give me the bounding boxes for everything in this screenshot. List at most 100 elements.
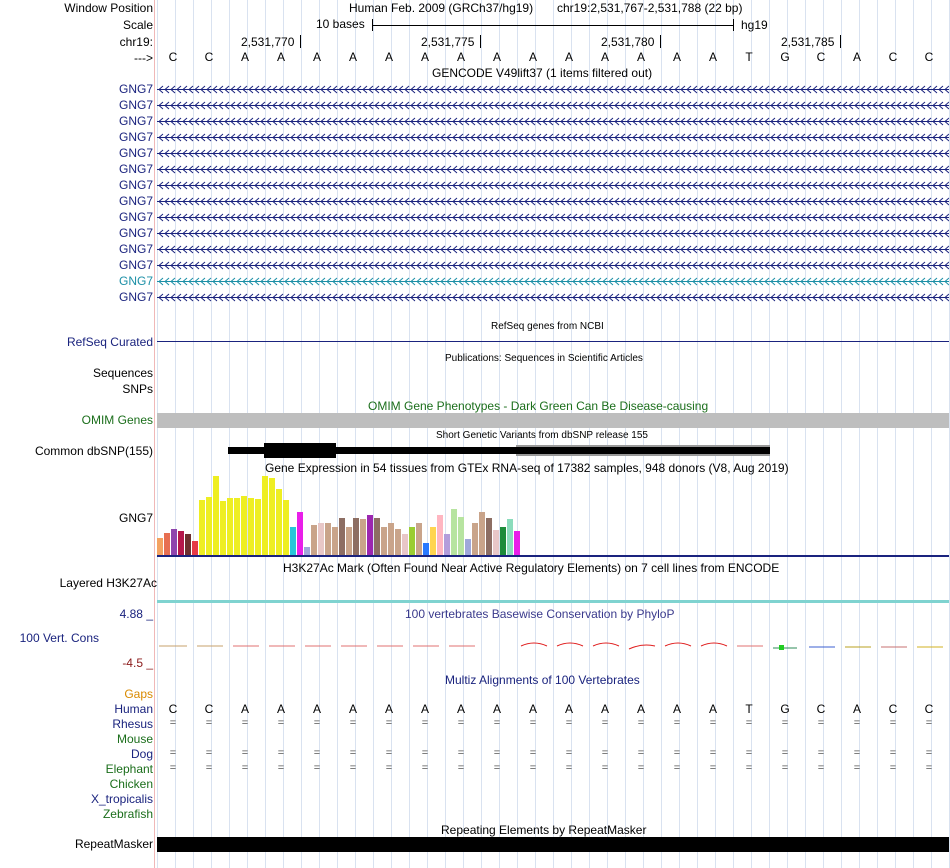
omim-track-title[interactable]: OMIM Gene Phenotypes - Dark Green Can Be… [368, 399, 708, 413]
gencode-gene-label[interactable]: GNG7 [119, 258, 153, 272]
gtex-tissue-bar[interactable] [248, 498, 254, 555]
gencode-transcript[interactable] [157, 292, 949, 303]
gtex-tissue-bar[interactable] [262, 476, 268, 555]
gtex-track-title[interactable]: Gene Expression in 54 tissues from GTEx … [265, 461, 789, 475]
gtex-tissue-bar[interactable] [444, 534, 450, 555]
gencode-transcript[interactable] [157, 84, 949, 95]
sequences-label[interactable]: Sequences [93, 366, 153, 380]
h3k27ac-signal[interactable] [157, 600, 949, 603]
gtex-tissue-bar[interactable] [507, 519, 513, 555]
gtex-tissue-bar[interactable] [276, 489, 282, 555]
gtex-tissue-bar[interactable] [311, 525, 317, 555]
gtex-tissue-bar[interactable] [304, 547, 310, 555]
gencode-gene-label[interactable]: GNG7 [119, 178, 153, 192]
dbsnp-features[interactable] [157, 443, 949, 458]
gtex-tissue-bar[interactable] [472, 523, 478, 555]
gtex-tissue-bar[interactable] [360, 519, 366, 555]
gencode-gene-label[interactable]: GNG7 [119, 242, 153, 256]
gencode-track-title[interactable]: GENCODE V49lift37 (1 items filtered out) [432, 66, 652, 80]
refseq-track-title[interactable]: RefSeq genes from NCBI [491, 321, 604, 332]
gencode-gene-label[interactable]: GNG7 [119, 98, 153, 112]
gencode-transcript[interactable] [157, 132, 949, 143]
gtex-tissue-bar[interactable] [437, 515, 443, 555]
gencode-gene-label[interactable]: GNG7 [119, 210, 153, 224]
gencode-transcript[interactable] [157, 164, 949, 175]
gtex-tissue-bar[interactable] [290, 527, 296, 555]
gtex-tissue-bar[interactable] [234, 498, 240, 555]
repeatmasker-label[interactable]: RepeatMasker [75, 837, 153, 851]
gtex-tissue-bar[interactable] [157, 538, 163, 555]
gtex-tissue-bar[interactable] [185, 534, 191, 555]
gencode-transcript[interactable] [157, 228, 949, 239]
genome-browser-image[interactable]: Window Position Human Feb. 2009 (GRCh37/… [0, 0, 950, 868]
gtex-tissue-bar[interactable] [269, 478, 275, 555]
multiz-species-label[interactable]: Human [114, 702, 153, 716]
gencode-gene-label[interactable]: GNG7 [119, 146, 153, 160]
gtex-tissue-bar[interactable] [199, 500, 205, 555]
gtex-tissue-bar[interactable] [220, 501, 226, 555]
multiz-species-label[interactable]: Mouse [117, 732, 153, 746]
gtex-tissue-bar[interactable] [227, 498, 233, 555]
gtex-tissue-bar[interactable] [325, 523, 331, 555]
gtex-tissue-bar[interactable] [458, 517, 464, 555]
gtex-tissue-bar[interactable] [451, 509, 457, 555]
multiz-species-label[interactable]: Dog [131, 747, 153, 761]
gtex-tissue-bar[interactable] [493, 530, 499, 555]
gtex-tissue-bar[interactable] [388, 523, 394, 555]
repeatmasker-track-title[interactable]: Repeating Elements by RepeatMasker [441, 823, 646, 837]
gtex-tissue-bar[interactable] [241, 496, 247, 555]
gtex-tissue-bar[interactable] [430, 527, 436, 555]
multiz-species-label[interactable]: X_tropicalis [91, 792, 153, 806]
gtex-gene-label[interactable]: GNG7 [119, 511, 153, 525]
dbsnp-track-title[interactable]: Short Genetic Variants from dbSNP releas… [436, 430, 648, 441]
refseq-line[interactable] [157, 341, 949, 342]
gtex-bar-chart[interactable] [157, 476, 537, 555]
gtex-tissue-bar[interactable] [164, 533, 170, 555]
phylop-signal[interactable] [157, 632, 949, 662]
multiz-species-label[interactable]: Chicken [110, 777, 153, 791]
gencode-transcript[interactable] [157, 212, 949, 223]
gtex-tissue-bar[interactable] [178, 531, 184, 555]
h3k27ac-track-title[interactable]: H3K27Ac Mark (Often Found Near Active Re… [283, 561, 779, 575]
gencode-transcript[interactable] [157, 260, 949, 271]
gtex-tissue-bar[interactable] [318, 523, 324, 555]
h3k27ac-label[interactable]: Layered H3K27Ac [60, 576, 157, 590]
gtex-tissue-bar[interactable] [395, 529, 401, 555]
gtex-tissue-bar[interactable] [206, 497, 212, 555]
gtex-tissue-bar[interactable] [255, 499, 261, 555]
gencode-gene-label[interactable]: GNG7 [119, 226, 153, 240]
gtex-tissue-bar[interactable] [192, 541, 198, 555]
gtex-tissue-bar[interactable] [171, 529, 177, 555]
phylop-track-title[interactable]: 100 vertebrates Basewise Conservation by… [405, 607, 674, 621]
gtex-tissue-bar[interactable] [297, 512, 303, 555]
omim-feature[interactable] [157, 413, 949, 428]
gtex-tissue-bar[interactable] [500, 527, 506, 555]
publications-track-title[interactable]: Publications: Sequences in Scientific Ar… [445, 353, 643, 364]
gtex-tissue-bar[interactable] [514, 531, 520, 555]
gencode-transcript[interactable] [157, 148, 949, 159]
dbsnp-label[interactable]: Common dbSNP(155) [35, 444, 153, 458]
gtex-tissue-bar[interactable] [423, 543, 429, 555]
multiz-species-label[interactable]: Elephant [106, 762, 153, 776]
gencode-gene-label[interactable]: GNG7 [119, 194, 153, 208]
gtex-tissue-bar[interactable] [213, 476, 219, 555]
gtex-tissue-bar[interactable] [346, 527, 352, 555]
gtex-tissue-bar[interactable] [353, 518, 359, 555]
gencode-gene-label[interactable]: GNG7 [119, 82, 153, 96]
snps-label[interactable]: SNPs [122, 382, 153, 396]
gtex-tissue-bar[interactable] [486, 518, 492, 555]
gencode-transcript[interactable] [157, 276, 949, 287]
gtex-tissue-bar[interactable] [402, 534, 408, 555]
refseq-label[interactable]: RefSeq Curated [67, 335, 153, 349]
gtex-tissue-bar[interactable] [367, 515, 373, 555]
gtex-tissue-bar[interactable] [332, 527, 338, 555]
gtex-tissue-bar[interactable] [416, 523, 422, 555]
multiz-species-label[interactable]: Rhesus [112, 717, 153, 731]
gencode-transcript[interactable] [157, 180, 949, 191]
multiz-track-title[interactable]: Multiz Alignments of 100 Vertebrates [445, 673, 640, 687]
gencode-gene-label[interactable]: GNG7 [119, 162, 153, 176]
phylop-label[interactable]: 100 Vert. Cons [20, 631, 99, 645]
gencode-gene-label[interactable]: GNG7 [119, 274, 153, 288]
gtex-tissue-bar[interactable] [479, 512, 485, 555]
omim-label[interactable]: OMIM Genes [82, 413, 153, 427]
